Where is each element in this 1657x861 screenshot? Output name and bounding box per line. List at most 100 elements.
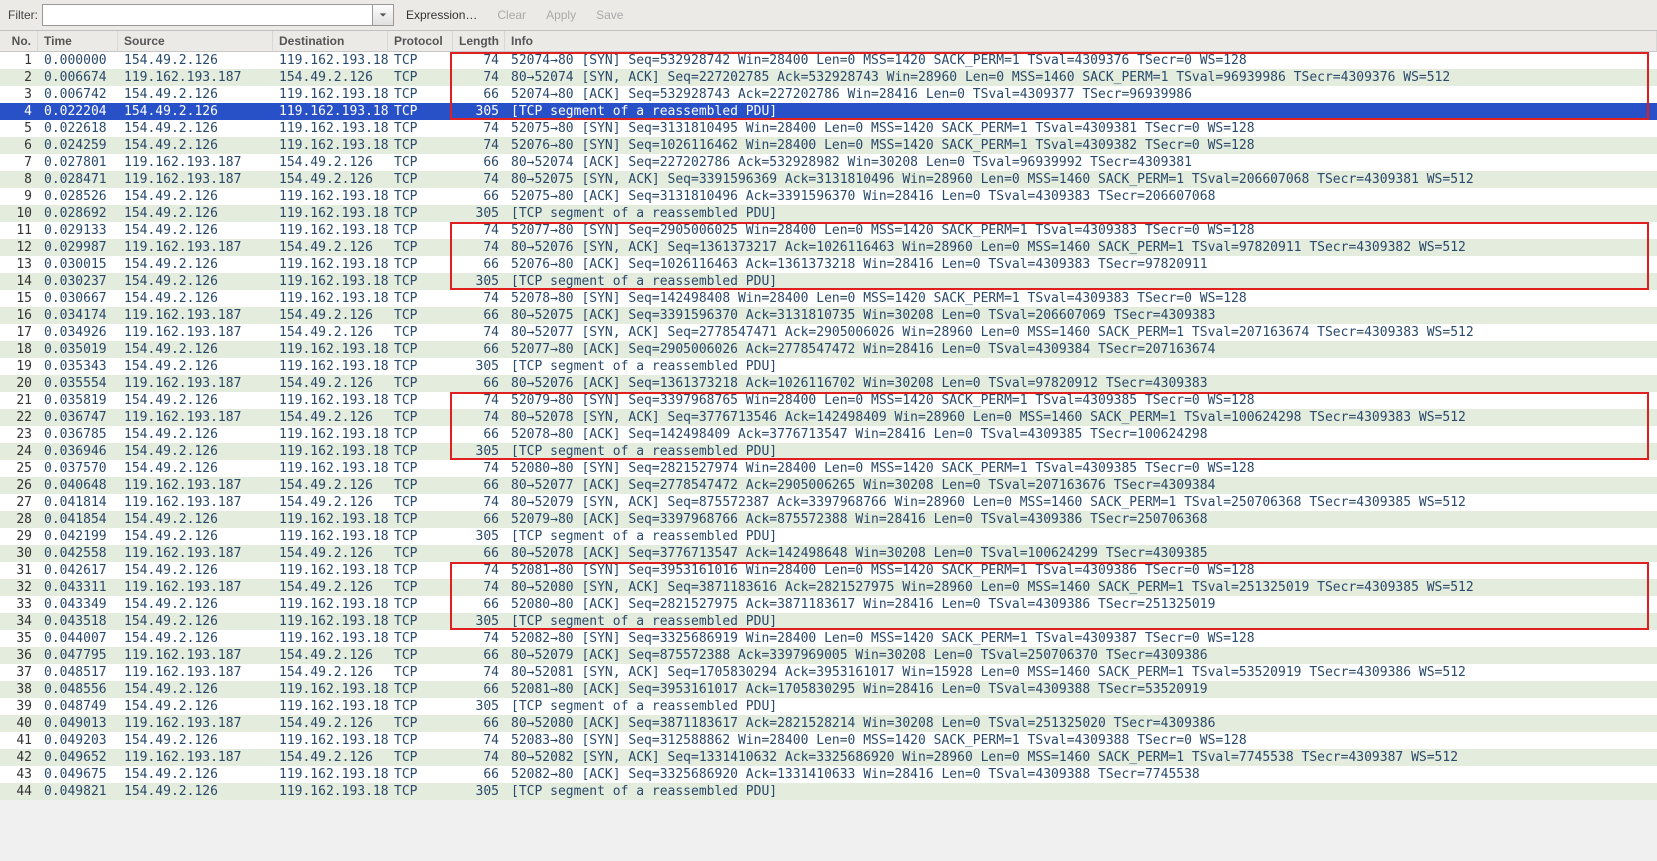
packet-list: No. Time Source Destination Protocol Len…	[0, 31, 1657, 800]
column-header-source[interactable]: Source	[118, 31, 273, 51]
cell-time: 0.043349	[38, 596, 118, 613]
cell-destination: 119.162.193.187	[273, 256, 388, 273]
packet-row[interactable]: 410.049203154.49.2.126119.162.193.187TCP…	[0, 732, 1657, 749]
cell-info: 52078→80 [ACK] Seq=142498409 Ack=3776713…	[505, 426, 1657, 443]
packet-row[interactable]: 240.036946154.49.2.126119.162.193.187TCP…	[0, 443, 1657, 460]
cell-source: 154.49.2.126	[118, 273, 273, 290]
packet-row[interactable]: 360.047795119.162.193.187154.49.2.126TCP…	[0, 647, 1657, 664]
packet-row[interactable]: 10.000000154.49.2.126119.162.193.187TCP7…	[0, 52, 1657, 69]
cell-length: 74	[453, 579, 505, 596]
cell-no: 11	[0, 222, 38, 239]
cell-no: 4	[0, 103, 38, 120]
cell-length: 74	[453, 290, 505, 307]
cell-info: [TCP segment of a reassembled PDU]	[505, 103, 1657, 120]
packet-row[interactable]: 200.035554119.162.193.187154.49.2.126TCP…	[0, 375, 1657, 392]
packet-row[interactable]: 20.006674119.162.193.187154.49.2.126TCP7…	[0, 69, 1657, 86]
column-header-info[interactable]: Info	[505, 31, 1657, 51]
filter-dropdown-button[interactable]	[372, 4, 394, 26]
packet-row[interactable]: 80.028471119.162.193.187154.49.2.126TCP7…	[0, 171, 1657, 188]
cell-source: 119.162.193.187	[118, 324, 273, 341]
packet-row[interactable]: 250.037570154.49.2.126119.162.193.187TCP…	[0, 460, 1657, 477]
packet-row[interactable]: 170.034926119.162.193.187154.49.2.126TCP…	[0, 324, 1657, 341]
packet-row[interactable]: 180.035019154.49.2.126119.162.193.187TCP…	[0, 341, 1657, 358]
packet-row[interactable]: 150.030667154.49.2.126119.162.193.187TCP…	[0, 290, 1657, 307]
cell-protocol: TCP	[388, 137, 453, 154]
packet-row[interactable]: 120.029987119.162.193.187154.49.2.126TCP…	[0, 239, 1657, 256]
cell-length: 66	[453, 681, 505, 698]
packet-row[interactable]: 350.044007154.49.2.126119.162.193.187TCP…	[0, 630, 1657, 647]
cell-info: 80→52082 [SYN, ACK] Seq=1331410632 Ack=3…	[505, 749, 1657, 766]
cell-destination: 119.162.193.187	[273, 137, 388, 154]
packet-row[interactable]: 230.036785154.49.2.126119.162.193.187TCP…	[0, 426, 1657, 443]
packet-row[interactable]: 40.022204154.49.2.126119.162.193.187TCP3…	[0, 103, 1657, 120]
cell-time: 0.042617	[38, 562, 118, 579]
packet-row[interactable]: 290.042199154.49.2.126119.162.193.187TCP…	[0, 528, 1657, 545]
packet-row[interactable]: 420.049652119.162.193.187154.49.2.126TCP…	[0, 749, 1657, 766]
packet-row[interactable]: 130.030015154.49.2.126119.162.193.187TCP…	[0, 256, 1657, 273]
save-button[interactable]: Save	[588, 6, 631, 24]
packet-row[interactable]: 100.028692154.49.2.126119.162.193.187TCP…	[0, 205, 1657, 222]
packet-row[interactable]: 430.049675154.49.2.126119.162.193.187TCP…	[0, 766, 1657, 783]
packet-row[interactable]: 140.030237154.49.2.126119.162.193.187TCP…	[0, 273, 1657, 290]
cell-destination: 119.162.193.187	[273, 443, 388, 460]
packet-row[interactable]: 280.041854154.49.2.126119.162.193.187TCP…	[0, 511, 1657, 528]
packet-row[interactable]: 30.006742154.49.2.126119.162.193.187TCP6…	[0, 86, 1657, 103]
column-header-protocol[interactable]: Protocol	[388, 31, 453, 51]
cell-time: 0.000000	[38, 52, 118, 69]
cell-info: 80→52077 [SYN, ACK] Seq=2778547471 Ack=2…	[505, 324, 1657, 341]
column-header-length[interactable]: Length	[453, 31, 505, 51]
column-header-no[interactable]: No.	[0, 31, 38, 51]
packet-row[interactable]: 220.036747119.162.193.187154.49.2.126TCP…	[0, 409, 1657, 426]
packet-row[interactable]: 340.043518154.49.2.126119.162.193.187TCP…	[0, 613, 1657, 630]
cell-destination: 154.49.2.126	[273, 579, 388, 596]
packet-row[interactable]: 370.048517119.162.193.187154.49.2.126TCP…	[0, 664, 1657, 681]
cell-no: 6	[0, 137, 38, 154]
cell-protocol: TCP	[388, 188, 453, 205]
filter-input[interactable]	[42, 4, 372, 26]
cell-time: 0.029133	[38, 222, 118, 239]
apply-button[interactable]: Apply	[538, 6, 584, 24]
cell-no: 3	[0, 86, 38, 103]
packet-row[interactable]: 190.035343154.49.2.126119.162.193.187TCP…	[0, 358, 1657, 375]
packet-row[interactable]: 160.034174119.162.193.187154.49.2.126TCP…	[0, 307, 1657, 324]
cell-no: 42	[0, 749, 38, 766]
column-header-time[interactable]: Time	[38, 31, 118, 51]
packet-row[interactable]: 260.040648119.162.193.187154.49.2.126TCP…	[0, 477, 1657, 494]
packet-row[interactable]: 70.027801119.162.193.187154.49.2.126TCP6…	[0, 154, 1657, 171]
packet-row[interactable]: 330.043349154.49.2.126119.162.193.187TCP…	[0, 596, 1657, 613]
cell-source: 154.49.2.126	[118, 783, 273, 800]
cell-time: 0.048749	[38, 698, 118, 715]
cell-protocol: TCP	[388, 154, 453, 171]
packet-row[interactable]: 60.024259154.49.2.126119.162.193.187TCP7…	[0, 137, 1657, 154]
packet-row[interactable]: 110.029133154.49.2.126119.162.193.187TCP…	[0, 222, 1657, 239]
cell-source: 154.49.2.126	[118, 137, 273, 154]
packet-row[interactable]: 380.048556154.49.2.126119.162.193.187TCP…	[0, 681, 1657, 698]
cell-length: 74	[453, 392, 505, 409]
cell-length: 66	[453, 477, 505, 494]
cell-length: 74	[453, 69, 505, 86]
cell-no: 18	[0, 341, 38, 358]
packet-row[interactable]: 390.048749154.49.2.126119.162.193.187TCP…	[0, 698, 1657, 715]
packet-row[interactable]: 310.042617154.49.2.126119.162.193.187TCP…	[0, 562, 1657, 579]
cell-no: 27	[0, 494, 38, 511]
cell-source: 154.49.2.126	[118, 630, 273, 647]
clear-button[interactable]: Clear	[489, 6, 534, 24]
expression-button[interactable]: Expression…	[398, 6, 485, 24]
cell-protocol: TCP	[388, 103, 453, 120]
cell-no: 32	[0, 579, 38, 596]
column-header-destination[interactable]: Destination	[273, 31, 388, 51]
cell-no: 13	[0, 256, 38, 273]
cell-info: 52082→80 [SYN] Seq=3325686919 Win=28400 …	[505, 630, 1657, 647]
packet-row[interactable]: 400.049013119.162.193.187154.49.2.126TCP…	[0, 715, 1657, 732]
packet-row[interactable]: 270.041814119.162.193.187154.49.2.126TCP…	[0, 494, 1657, 511]
cell-protocol: TCP	[388, 409, 453, 426]
packet-row[interactable]: 210.035819154.49.2.126119.162.193.187TCP…	[0, 392, 1657, 409]
packet-row[interactable]: 440.049821154.49.2.126119.162.193.187TCP…	[0, 783, 1657, 800]
cell-info: 52082→80 [ACK] Seq=3325686920 Ack=133141…	[505, 766, 1657, 783]
packet-row[interactable]: 300.042558119.162.193.187154.49.2.126TCP…	[0, 545, 1657, 562]
packet-row[interactable]: 90.028526154.49.2.126119.162.193.187TCP6…	[0, 188, 1657, 205]
cell-protocol: TCP	[388, 579, 453, 596]
cell-info: [TCP segment of a reassembled PDU]	[505, 698, 1657, 715]
packet-row[interactable]: 50.022618154.49.2.126119.162.193.187TCP7…	[0, 120, 1657, 137]
packet-row[interactable]: 320.043311119.162.193.187154.49.2.126TCP…	[0, 579, 1657, 596]
